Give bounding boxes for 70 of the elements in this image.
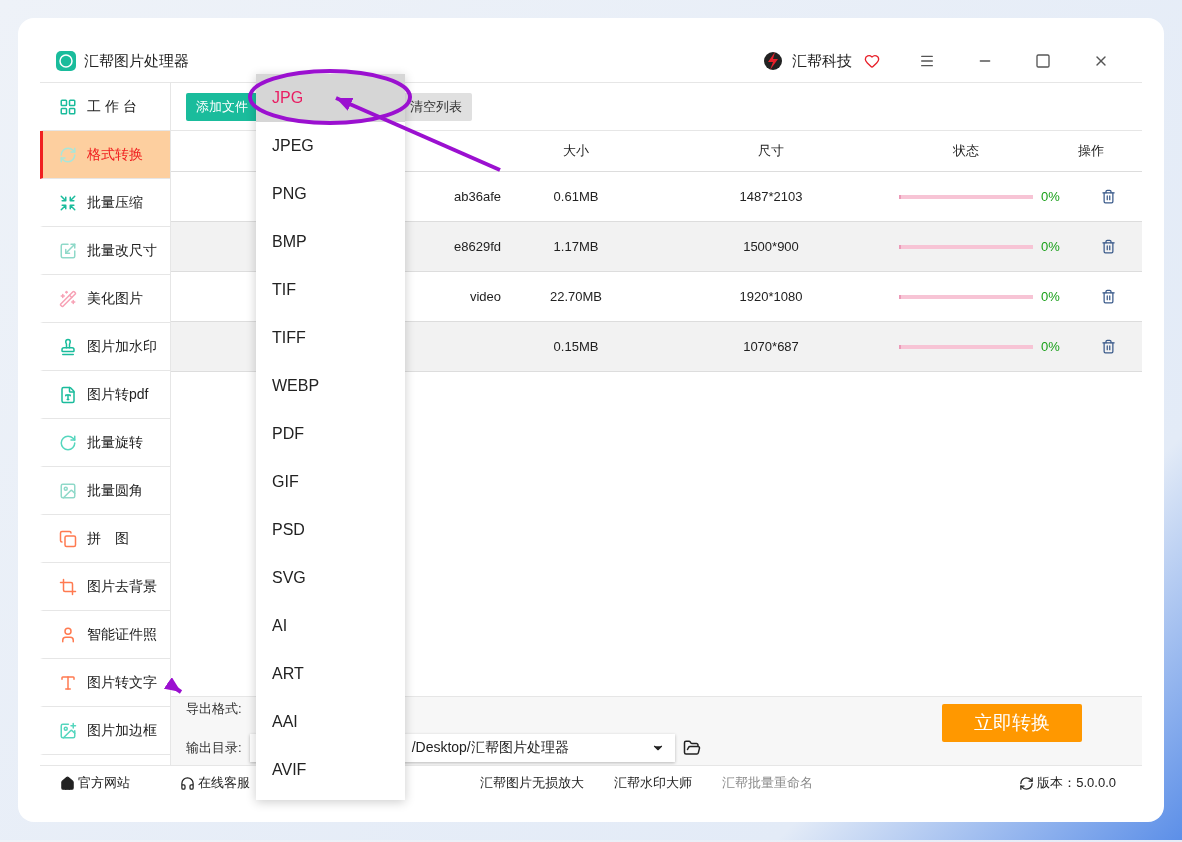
- format-option[interactable]: SVG: [256, 554, 405, 602]
- dimensions-cell-text: 1920*1080: [738, 289, 804, 304]
- person-icon: [59, 625, 77, 644]
- file-name-cell: video: [469, 289, 501, 304]
- image-frame-icon: [59, 721, 77, 740]
- format-option[interactable]: PNG: [256, 170, 405, 218]
- website-link[interactable]: 官方网站: [60, 774, 180, 792]
- format-option[interactable]: AVIF: [256, 746, 405, 794]
- progress-percent: 0%: [1041, 239, 1061, 254]
- magic-wand-icon: [59, 289, 77, 308]
- size-cell-text: 0.61MB: [552, 189, 600, 204]
- annotation-arrow: [163, 677, 183, 694]
- format-option[interactable]: TIFF: [256, 314, 405, 362]
- shrink-icon: [59, 193, 77, 212]
- refresh-icon[interactable]: [1019, 775, 1035, 791]
- file-icon: [59, 385, 77, 404]
- brand-name: 汇帮科技: [792, 51, 852, 71]
- delete-icon[interactable]: [1101, 189, 1116, 204]
- format-option[interactable]: GIF: [256, 458, 405, 506]
- progress-percent: 0%: [1041, 289, 1061, 304]
- maximize-icon[interactable]: [1035, 53, 1051, 69]
- format-option[interactable]: AI: [256, 602, 405, 650]
- image-icon: [59, 481, 77, 500]
- product-link[interactable]: 汇帮图片无损放大: [480, 774, 584, 792]
- export-format-label: 导出格式:: [186, 700, 242, 718]
- vip-icon[interactable]: [864, 53, 880, 69]
- column-header: 状态: [952, 142, 980, 160]
- delete-icon[interactable]: [1101, 339, 1116, 354]
- column-header: 操作: [1077, 142, 1105, 160]
- stamp-icon: [59, 337, 77, 356]
- dimensions-cell-text: 1487*2103: [738, 189, 804, 204]
- progress-percent: 0%: [1041, 339, 1061, 354]
- format-option[interactable]: AAI: [256, 698, 405, 746]
- output-dir-label: 输出目录:: [186, 739, 242, 757]
- resize-icon: [59, 241, 77, 260]
- size-cell-text: 1.17MB: [552, 239, 600, 254]
- crop-icon: [59, 577, 77, 596]
- file-name-cell: e8629fd: [454, 239, 501, 254]
- product-link[interactable]: 汇帮水印大师: [614, 774, 692, 792]
- product-link[interactable]: 汇帮批量重命名: [722, 774, 813, 792]
- delete-icon[interactable]: [1101, 239, 1116, 254]
- column-header: 大小: [562, 142, 590, 160]
- headset-icon[interactable]: [180, 775, 195, 791]
- format-option[interactable]: BMP: [256, 218, 405, 266]
- format-option[interactable]: PDF: [256, 410, 405, 458]
- size-cell-text: 22.70MB: [548, 289, 603, 304]
- format-option[interactable]: WEBP: [256, 362, 405, 410]
- home-icon[interactable]: [60, 775, 75, 791]
- column-header: 尺寸: [757, 142, 785, 160]
- version-label: 版本：5.0.0.0: [1037, 774, 1116, 792]
- menu-icon[interactable]: [919, 53, 935, 69]
- refresh-icon: [59, 145, 77, 164]
- text-icon: [59, 673, 77, 692]
- format-option[interactable]: TIF: [256, 266, 405, 314]
- dimensions-cell-text: 1070*687: [742, 339, 800, 354]
- progress-percent: 0%: [1041, 189, 1061, 204]
- dimensions-cell-text: 1500*900: [742, 239, 800, 254]
- grid-icon: [59, 97, 77, 116]
- squares-icon: [59, 529, 77, 548]
- format-option[interactable]: ART: [256, 650, 405, 698]
- window-title: 汇帮图片处理器: [84, 51, 189, 71]
- size-cell-text: 0.15MB: [552, 339, 600, 354]
- folder-icon[interactable]: [682, 739, 701, 757]
- file-name-cell: ab36afe: [454, 189, 501, 204]
- lightning-logo-icon: [762, 50, 784, 72]
- format-option[interactable]: PSD: [256, 506, 405, 554]
- logo-icon: [56, 51, 76, 71]
- format-option[interactable]: JPEG: [256, 122, 405, 170]
- delete-icon[interactable]: [1101, 289, 1116, 304]
- rotate-icon: [59, 433, 77, 452]
